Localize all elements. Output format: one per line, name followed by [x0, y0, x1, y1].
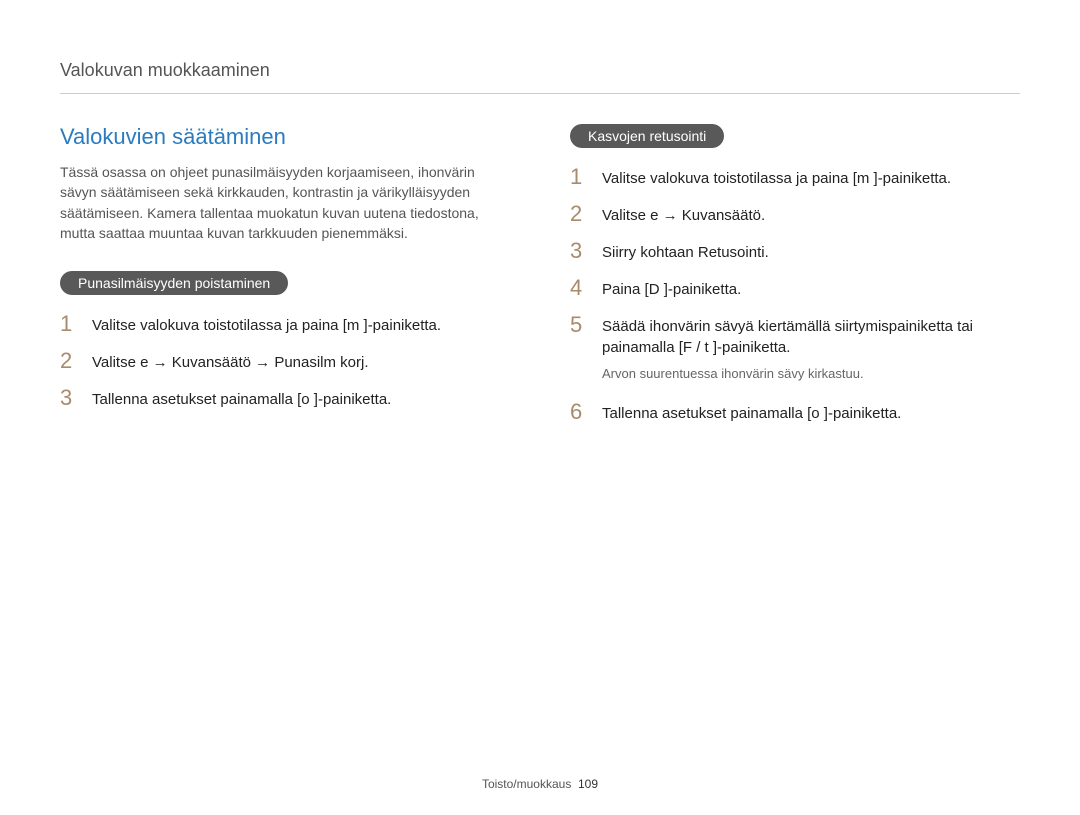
left-column: Valokuvien säätäminen Tässä osassa on oh…: [60, 124, 510, 424]
step-item: 2 Valitse e → Kuvansäätö.: [570, 203, 1020, 226]
step-text: Valitse e → Kuvansäätö → Punasilm korj.: [92, 350, 369, 373]
subsection-pill-redeyeremoval: Punasilmäisyyden poistaminen: [60, 271, 288, 295]
step-item: 6 Tallenna asetukset painamalla [o ]-pai…: [570, 401, 1020, 424]
step-text: Valitse valokuva toistotilassa ja paina …: [92, 313, 441, 336]
step-item: 3 Tallenna asetukset painamalla [o ]-pai…: [60, 387, 510, 410]
step-item: 2 Valitse e → Kuvansäätö → Punasilm korj…: [60, 350, 510, 373]
step-number: 5: [570, 314, 588, 336]
page-header: Valokuvan muokkaaminen: [60, 60, 1020, 94]
step-number: 2: [570, 203, 588, 225]
step-number: 3: [570, 240, 588, 262]
step-note: Arvon suurentuessa ihonvärin sävy kirkas…: [602, 366, 1020, 381]
step-number: 3: [60, 387, 78, 409]
right-column: Kasvojen retusointi 1 Valitse valokuva t…: [570, 124, 1020, 424]
page-number: 109: [578, 777, 598, 791]
step-number: 6: [570, 401, 588, 423]
steps-list-left: 1 Valitse valokuva toistotilassa ja pain…: [60, 313, 510, 410]
content-columns: Valokuvien säätäminen Tässä osassa on oh…: [60, 124, 1020, 424]
step-item: 3 Siirry kohtaan Retusointi.: [570, 240, 1020, 263]
step-text: Valitse e → Kuvansäätö.: [602, 203, 765, 226]
step-text: Tallenna asetukset painamalla [o ]-paini…: [92, 387, 391, 410]
step-item: 5 Säädä ihonvärin sävyä kiertämällä siir…: [570, 314, 1020, 358]
step-text: Säädä ihonvärin sävyä kiertämällä siirty…: [602, 314, 1020, 358]
step-text: Siirry kohtaan Retusointi.: [602, 240, 769, 263]
step-item: 1 Valitse valokuva toistotilassa ja pain…: [60, 313, 510, 336]
page-footer: Toisto/muokkaus 109: [0, 777, 1080, 791]
step-number: 1: [60, 313, 78, 335]
step-text: Valitse valokuva toistotilassa ja paina …: [602, 166, 951, 189]
intro-paragraph: Tässä osassa on ohjeet punasilmäisyyden …: [60, 162, 510, 243]
step-number: 1: [570, 166, 588, 188]
footer-section: Toisto/muokkaus: [482, 777, 571, 791]
step-number: 4: [570, 277, 588, 299]
step-text: Paina [D ]-painiketta.: [602, 277, 741, 300]
step-item: 4 Paina [D ]-painiketta.: [570, 277, 1020, 300]
step-text: Tallenna asetukset painamalla [o ]-paini…: [602, 401, 901, 424]
step-number: 2: [60, 350, 78, 372]
subsection-pill-faceretouch: Kasvojen retusointi: [570, 124, 724, 148]
step-item: 1 Valitse valokuva toistotilassa ja pain…: [570, 166, 1020, 189]
steps-list-right: 1 Valitse valokuva toistotilassa ja pain…: [570, 166, 1020, 424]
section-title: Valokuvien säätäminen: [60, 124, 510, 150]
